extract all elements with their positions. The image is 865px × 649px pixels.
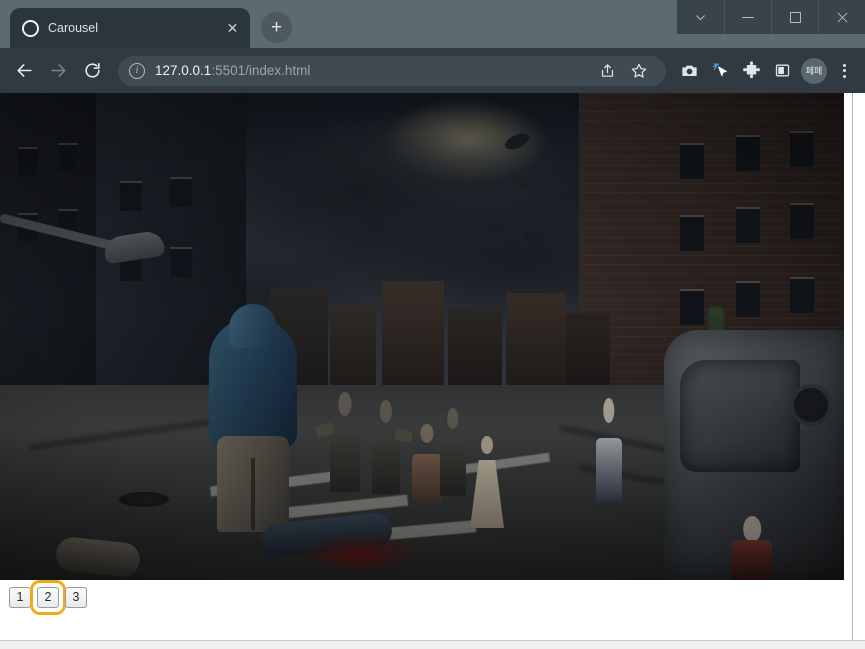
extensions-puzzle-icon[interactable] [736, 56, 766, 86]
window [790, 133, 814, 167]
window [736, 137, 760, 171]
zombie-body [440, 441, 466, 496]
carousel-button-2[interactable]: 2 [30, 580, 66, 615]
window [790, 205, 814, 239]
window [120, 183, 142, 211]
window [790, 279, 814, 313]
vehicle-wheel [790, 384, 832, 426]
new-tab-button[interactable]: + [261, 12, 292, 43]
menu-dot [842, 63, 846, 67]
carousel-button-1[interactable]: 1 [9, 587, 31, 608]
menu-dot [842, 74, 846, 78]
window [170, 179, 192, 207]
share-icon[interactable] [592, 56, 622, 86]
close-window-button[interactable] [818, 0, 865, 34]
apocalypse-street-scene [0, 93, 844, 580]
close-icon[interactable]: ✕ [223, 19, 242, 38]
screenshot-camera-icon[interactable] [674, 56, 704, 86]
dress [470, 459, 504, 528]
zombie-body [412, 453, 442, 502]
profile-avatar[interactable]: 페페 [801, 57, 827, 84]
live-server-globe-icon [22, 19, 39, 37]
zombie-head [420, 424, 434, 443]
zombie-head [743, 516, 761, 542]
browser-tab-carousel[interactable]: Carousel ✕ [10, 8, 250, 48]
head [480, 436, 494, 455]
window [58, 145, 78, 171]
chrome-menu-button[interactable] [831, 56, 857, 86]
zombie-figure [596, 398, 622, 502]
page-right-gutter [852, 93, 865, 649]
woman-in-dress-figure [470, 436, 504, 528]
maximize-button[interactable] [771, 0, 818, 34]
zombie-body [372, 435, 400, 494]
zombie-figure-foreground [732, 516, 772, 580]
zombie-body [330, 430, 360, 492]
blood-pool [300, 534, 420, 574]
url-host: 127.0.0.1 [155, 63, 212, 78]
address-bar[interactable]: i 127.0.0.1:5501/index.html [118, 55, 666, 86]
url-path: :5501/index.html [211, 63, 311, 78]
carousel-controls: 1 2 3 [0, 580, 865, 615]
carousel-slide-image[interactable] [0, 93, 844, 580]
window [680, 217, 704, 251]
leg-split [251, 458, 255, 530]
browser-toolbar: i 127.0.0.1:5501/index.html 페페 [0, 48, 865, 93]
reload-button[interactable] [76, 54, 109, 87]
minimize-button[interactable] [724, 0, 771, 34]
zombie-head [603, 398, 615, 423]
zombie-figure [314, 392, 360, 492]
hood [229, 304, 277, 348]
bookmark-star-icon[interactable] [624, 56, 654, 86]
zombie-figure [440, 408, 466, 496]
tab-strip: Carousel ✕ + [0, 0, 865, 48]
zombie-figure [372, 400, 413, 494]
zombie-head [447, 408, 459, 430]
cursor-sparkle-icon[interactable] [705, 56, 735, 86]
manhole-cover [118, 491, 170, 508]
tab-search-button[interactable] [677, 0, 724, 34]
window [680, 145, 704, 179]
window-controls [677, 0, 865, 34]
vehicle-window [680, 360, 800, 472]
zombie-body [732, 540, 772, 580]
window [170, 249, 192, 277]
omnibox-actions [592, 56, 654, 86]
window [18, 149, 38, 175]
carousel-button-3[interactable]: 3 [65, 587, 87, 608]
menu-dot [842, 69, 846, 72]
browser-window: Carousel ✕ + i 127.0.0.1:5501/index.html… [0, 0, 865, 649]
address-bar-url: 127.0.0.1:5501/index.html [155, 63, 310, 78]
forward-button[interactable] [42, 54, 75, 87]
site-info-icon[interactable]: i [129, 62, 145, 79]
page-bottom-edge [0, 640, 865, 649]
hooded-survivor-figure [205, 304, 301, 532]
window [680, 291, 704, 325]
zombie-body [596, 437, 622, 502]
tab-title: Carousel [48, 21, 99, 35]
page-viewport: 1 2 3 [0, 93, 865, 649]
window [736, 209, 760, 243]
side-panel-icon[interactable] [767, 56, 797, 86]
zombie-head [338, 392, 352, 416]
back-button[interactable] [8, 54, 41, 87]
window [736, 283, 760, 317]
zombie-crawler [412, 424, 465, 502]
zombie-head [379, 400, 393, 423]
